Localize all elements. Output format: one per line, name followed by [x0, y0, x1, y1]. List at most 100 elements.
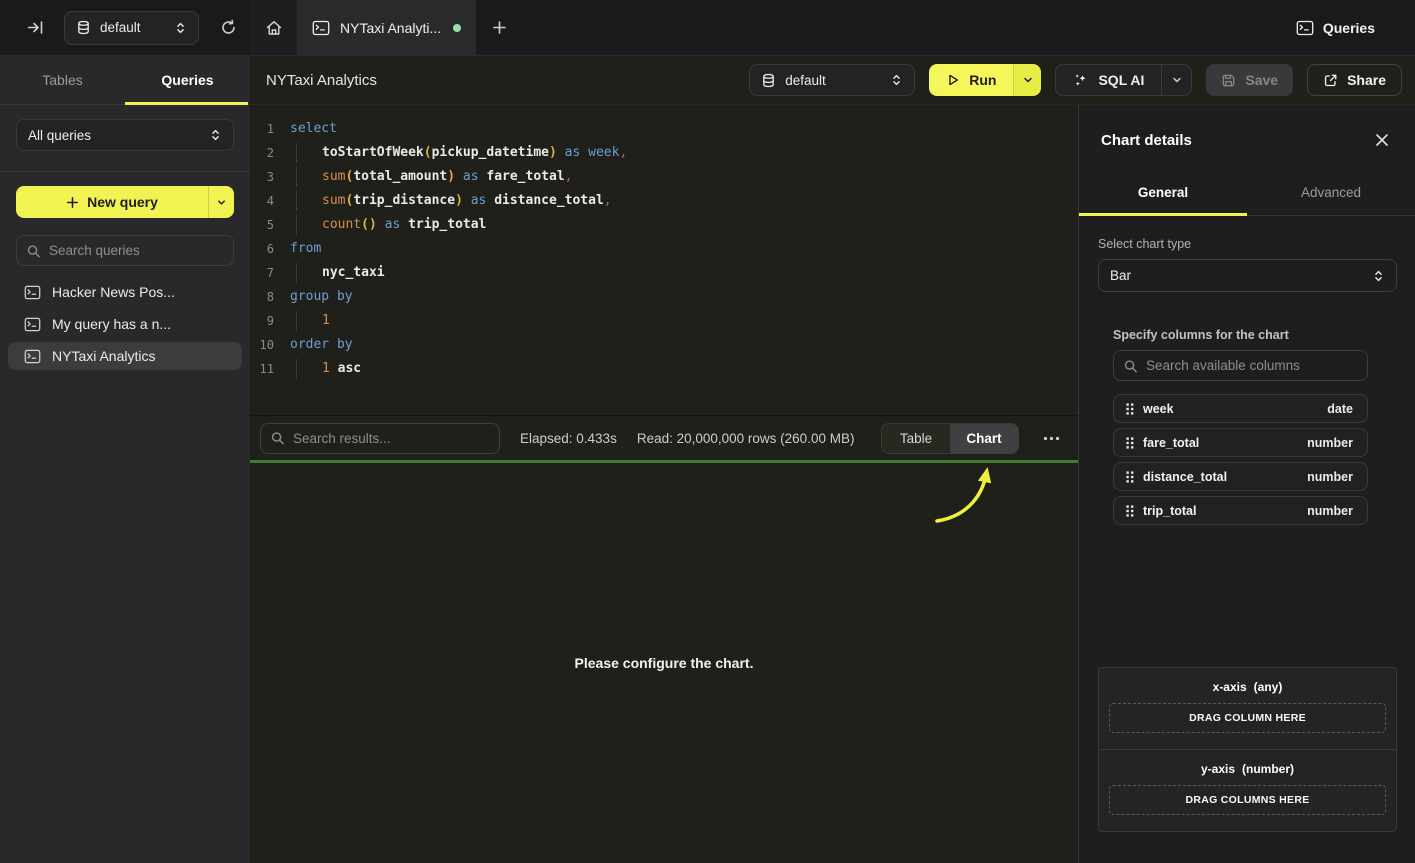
search-queries-input[interactable] — [16, 235, 234, 266]
sql-ai-options-button[interactable] — [1161, 65, 1191, 95]
x-axis-label: x-axis — [1213, 680, 1247, 694]
column-pill-trip-total[interactable]: trip_total number — [1113, 496, 1368, 525]
chart-details-panel: Chart details General Advanced Select ch… — [1078, 105, 1415, 863]
save-label: Save — [1245, 72, 1278, 88]
query-item-label: Hacker News Pos... — [52, 284, 175, 300]
query-filter-value: All queries — [28, 128, 91, 143]
line-number: 1 — [250, 117, 274, 141]
search-icon — [270, 431, 285, 446]
tab-nytaxi-analytics[interactable]: NYTaxi Analyti... — [297, 0, 476, 55]
editor-database-value: default — [785, 73, 826, 88]
sidebar-tabs: Tables Queries — [0, 56, 250, 105]
x-axis-section: x-axis(any) DRAG COLUMN HERE — [1099, 668, 1396, 749]
close-panel-button[interactable] — [1375, 133, 1389, 147]
panel-tab-advanced[interactable]: Advanced — [1247, 169, 1415, 215]
chart-type-label: Select chart type — [1098, 237, 1397, 251]
save-button[interactable]: Save — [1206, 64, 1293, 96]
view-toggle-chart[interactable]: Chart — [950, 424, 1018, 453]
new-query-menu-button[interactable] — [208, 186, 234, 218]
query-terminal-icon — [24, 349, 41, 364]
database-icon — [76, 20, 91, 35]
x-axis-dropzone[interactable]: DRAG COLUMN HERE — [1109, 703, 1386, 733]
sparkles-icon — [1073, 72, 1089, 88]
sql-editor[interactable]: 1select 2toStartOfWeek(pickup_datetime) … — [250, 105, 1078, 415]
updown-chevron-icon — [209, 128, 222, 142]
drag-handle-icon — [1126, 505, 1134, 517]
line-number: 2 — [250, 141, 274, 165]
line-number: 10 — [250, 333, 274, 357]
column-name: week — [1143, 402, 1174, 416]
plus-icon — [492, 20, 507, 35]
editor-header: NYTaxi Analytics default Run — [250, 56, 1415, 105]
line-number: 11 — [250, 357, 274, 381]
results-more-button[interactable] — [1039, 432, 1064, 445]
search-results-input[interactable] — [260, 423, 500, 454]
column-pill-distance-total[interactable]: distance_total number — [1113, 462, 1368, 491]
collapse-sidebar-button[interactable] — [22, 15, 48, 41]
query-filter-select[interactable]: All queries — [16, 119, 234, 151]
y-axis-section: y-axis(number) DRAG COLUMNS HERE — [1099, 749, 1396, 831]
code-line: 5count() as trip_total — [250, 213, 1078, 237]
search-icon — [1123, 358, 1138, 373]
code-line: 6from — [250, 237, 1078, 261]
search-columns-input[interactable] — [1113, 350, 1368, 381]
panel-tab-general[interactable]: General — [1079, 169, 1247, 215]
code-line: 8group by — [250, 285, 1078, 309]
rows-read-stat: Read: 20,000,000 rows (260.00 MB) — [637, 431, 855, 446]
refresh-button[interactable] — [215, 15, 241, 41]
topbar-database-value: default — [100, 20, 141, 35]
drag-handle-icon — [1126, 471, 1134, 483]
collapse-sidebar-icon — [27, 19, 44, 36]
view-toggle-table[interactable]: Table — [882, 424, 950, 453]
new-query-split-button: New query — [16, 186, 234, 218]
column-pill-fare-total[interactable]: fare_total number — [1113, 428, 1368, 457]
columns-label: Specify columns for the chart — [1113, 328, 1368, 342]
y-axis-dropzone[interactable]: DRAG COLUMNS HERE — [1109, 785, 1386, 815]
run-options-button[interactable] — [1013, 64, 1041, 96]
sidebar-tab-tables[interactable]: Tables — [0, 56, 125, 104]
play-icon — [946, 73, 960, 87]
sidebar-tab-queries[interactable]: Queries — [125, 56, 250, 104]
sql-ai-button[interactable]: SQL AI — [1056, 65, 1161, 95]
topbar-database-selector[interactable]: default — [64, 11, 199, 45]
editor-database-selector[interactable]: default — [749, 64, 915, 96]
column-type: number — [1307, 504, 1353, 518]
elapsed-time: Elapsed: 0.433s — [520, 431, 617, 446]
sidebar: Tables Queries All queries New query — [0, 56, 250, 863]
line-number: 4 — [250, 189, 274, 213]
query-list-item[interactable]: My query has a n... — [8, 310, 242, 338]
columns-section: Specify columns for the chart week date — [1113, 328, 1368, 525]
new-tab-button[interactable] — [486, 15, 512, 41]
sql-console-app: default NYTaxi Analyti... Queries — [0, 0, 1415, 863]
code-line: 3sum(total_amount) as fare_total, — [250, 165, 1078, 189]
panel-title: Chart details — [1101, 132, 1393, 149]
query-list-item[interactable]: Hacker News Pos... — [8, 278, 242, 306]
unsaved-changes-dot — [453, 24, 461, 32]
code-line: 7nyc_taxi — [250, 261, 1078, 285]
code-line: 1select — [250, 117, 1078, 141]
home-tab[interactable] — [250, 0, 297, 55]
chart-type-select[interactable]: Bar — [1098, 259, 1397, 292]
column-name: fare_total — [1143, 436, 1199, 450]
query-list: Hacker News Pos... My query has a n... N… — [0, 278, 250, 370]
y-axis-label: y-axis — [1201, 762, 1235, 776]
new-query-button[interactable]: New query — [16, 186, 208, 218]
drag-handle-icon — [1126, 403, 1134, 415]
queries-button[interactable]: Queries — [1296, 0, 1375, 55]
tab-strip: NYTaxi Analyti... — [250, 0, 512, 55]
run-button[interactable]: Run — [929, 64, 1013, 96]
query-terminal-icon — [24, 285, 41, 300]
query-list-item-selected[interactable]: NYTaxi Analytics — [8, 342, 242, 370]
tab-label: NYTaxi Analyti... — [340, 20, 441, 36]
queries-button-label: Queries — [1323, 20, 1375, 36]
column-pill-week[interactable]: week date — [1113, 394, 1368, 423]
column-pills: week date fare_total number — [1113, 394, 1368, 525]
floppy-icon — [1221, 73, 1236, 88]
share-button[interactable]: Share — [1307, 64, 1402, 96]
plus-icon — [66, 196, 79, 209]
line-number: 8 — [250, 285, 274, 309]
updown-chevron-icon — [174, 21, 187, 35]
close-icon — [1375, 133, 1389, 147]
run-label: Run — [969, 72, 996, 88]
updown-chevron-icon — [890, 73, 903, 87]
